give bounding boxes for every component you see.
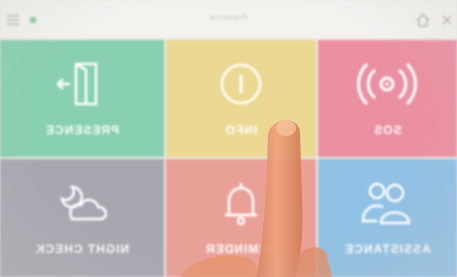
people-icon bbox=[362, 182, 411, 225]
info-icon bbox=[220, 63, 262, 105]
cloud-moon-icon bbox=[60, 185, 107, 221]
bell-icon bbox=[225, 183, 257, 226]
tile-label: ASSISTANCE bbox=[344, 242, 431, 256]
tile-sos[interactable]: SOS bbox=[318, 40, 457, 157]
close-icon[interactable] bbox=[439, 12, 455, 28]
tablet-screen: Presence SOS INFO PRESENCE ASSISTANCE RE… bbox=[0, 0, 457, 277]
tile-label: SOS bbox=[373, 123, 402, 137]
tile-assistance[interactable]: ASSISTANCE bbox=[318, 159, 457, 277]
tile-info[interactable]: INFO bbox=[166, 40, 316, 157]
alarm-icon bbox=[357, 62, 418, 106]
status-dot-icon bbox=[29, 16, 37, 24]
tile-label: NIGHT CHECK bbox=[34, 242, 130, 256]
menu-icon[interactable] bbox=[5, 12, 21, 28]
door-exit-icon bbox=[56, 62, 98, 106]
tile-reminder[interactable]: REMINDER bbox=[166, 159, 316, 277]
title-bar: Presence bbox=[0, 0, 457, 38]
tile-label: REMINDER bbox=[205, 242, 278, 256]
tile-label: INFO bbox=[224, 123, 258, 137]
tile-label: PRESENCE bbox=[44, 123, 120, 137]
photo: Presence SOS INFO PRESENCE ASSISTANCE RE… bbox=[0, 0, 457, 277]
app-title: Presence bbox=[209, 13, 248, 22]
tile-night-check[interactable]: NIGHT CHECK bbox=[0, 159, 164, 277]
home-icon[interactable] bbox=[415, 12, 431, 28]
tile-presence[interactable]: PRESENCE bbox=[0, 40, 164, 157]
